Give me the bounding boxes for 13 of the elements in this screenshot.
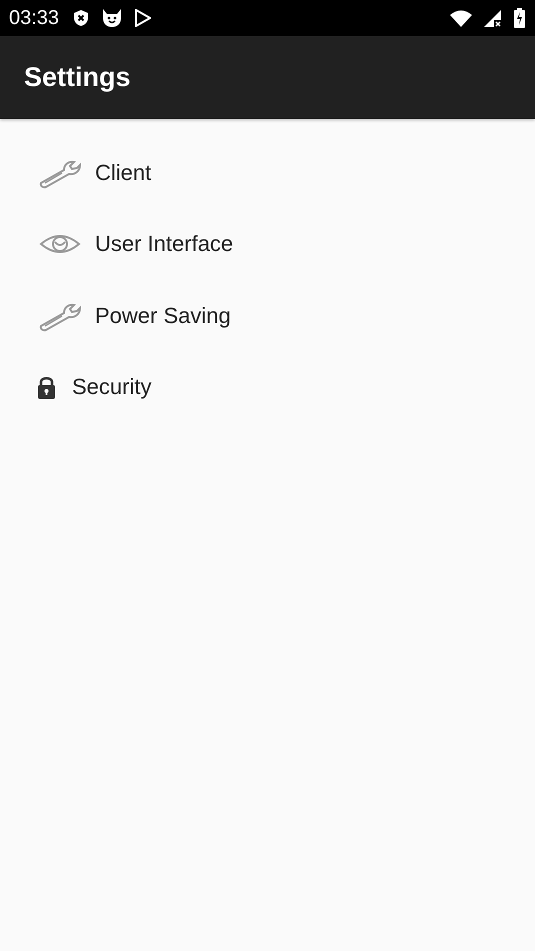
signal-icon <box>484 10 502 26</box>
face-icon <box>101 8 124 28</box>
lock-icon <box>37 375 56 400</box>
settings-item[interactable]: Power Saving <box>95 302 231 329</box>
shield-icon <box>73 9 90 27</box>
settings-item[interactable]: Client <box>95 160 152 186</box>
play-icon <box>135 9 152 27</box>
app-bar-title: Settings <box>24 62 131 93</box>
settings-item[interactable]: Security <box>72 374 152 400</box>
wifi-icon <box>450 10 472 26</box>
settings-item[interactable]: User Interface <box>95 231 234 258</box>
status-time: 03:33 <box>9 6 60 30</box>
battery-icon <box>514 8 525 28</box>
